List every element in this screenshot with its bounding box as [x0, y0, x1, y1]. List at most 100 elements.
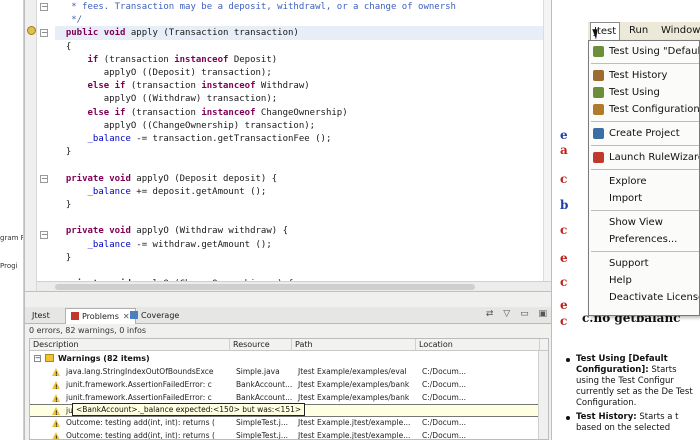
code-line[interactable]: */	[55, 13, 551, 27]
menu-separator	[591, 210, 699, 211]
fold-toggle-icon[interactable]: −	[40, 175, 48, 183]
code-line[interactable]: {	[55, 40, 551, 54]
menu-window[interactable]: Window	[658, 22, 700, 40]
tab-jtest[interactable]: Jtest	[27, 308, 55, 324]
overview-ruler[interactable]	[543, 0, 551, 282]
code-line[interactable]: _balance += deposit.getAmount ();	[55, 185, 551, 199]
warning-marker-icon[interactable]	[27, 26, 36, 35]
problems-table[interactable]: Description Resource Path Location − War…	[29, 338, 549, 440]
view-menu-icon[interactable]: ▽	[503, 309, 510, 319]
fold-toggle-icon[interactable]: −	[40, 29, 48, 37]
menu-item-help[interactable]: Help	[589, 272, 699, 289]
resource-cell: SimpleTest.j...	[236, 418, 288, 428]
doc-code-fragment: c	[560, 223, 568, 237]
menu-item-explore[interactable]: Explore	[589, 173, 699, 190]
doc-code-fragment: e	[560, 298, 568, 312]
filter-icon[interactable]: ⇄	[486, 309, 494, 319]
fold-toggle-icon[interactable]: −	[40, 3, 48, 11]
code-editor[interactable]: − − − − − * fees. Transaction may be a d…	[25, 0, 551, 292]
code-token: private void	[65, 226, 131, 237]
clipped-text: Progi	[0, 262, 18, 270]
menu-item-show-view[interactable]: Show View	[589, 214, 699, 231]
menu-item-support[interactable]: Support	[589, 255, 699, 272]
code-line[interactable]: * fees. Transaction may be a deposit, wi…	[55, 0, 551, 14]
group-label: Warnings (82 items)	[58, 354, 150, 363]
code-token: public void	[65, 28, 126, 39]
warnings-group-row[interactable]: − Warnings (82 items)	[30, 352, 548, 365]
menu-item-preferences[interactable]: Preferences...	[589, 231, 699, 248]
code-line[interactable]: }	[55, 251, 551, 265]
bullet-icon	[566, 416, 570, 420]
maximize-icon[interactable]: ▣	[538, 309, 547, 319]
menu-item-test-using-default[interactable]: Test Using "Default	[589, 43, 699, 60]
minimize-icon[interactable]: ▭	[520, 309, 529, 319]
code-token: */	[71, 15, 83, 26]
tab-coverage[interactable]: Coverage	[125, 308, 184, 324]
code-token: instanceof	[174, 54, 229, 65]
column-header-resource[interactable]: Resource	[230, 339, 292, 351]
menu-item-test-configurations[interactable]: Test Configurations	[589, 101, 699, 118]
code-line[interactable]	[55, 158, 551, 172]
editor-gutter	[25, 0, 37, 291]
code-token: }	[55, 147, 72, 158]
horizontal-scrollbar[interactable]	[37, 281, 551, 291]
code-line[interactable]: if (transaction instanceof Deposit)	[55, 53, 551, 67]
table-row[interactable]: Outcome: testing add(int, int): returns …	[30, 417, 548, 432]
fold-column: − − − − −	[37, 0, 49, 291]
fold-toggle-icon[interactable]: −	[40, 231, 48, 239]
menu-run[interactable]: Run	[626, 22, 651, 40]
code-line[interactable]	[55, 211, 551, 225]
code-line[interactable]: applyO ((ChangeOwnership) transaction);	[55, 119, 551, 133]
code-line[interactable]: else if (transaction instanceof Withdraw…	[55, 79, 551, 93]
description-cell: Outcome: testing add(int, int): returns …	[66, 431, 215, 440]
resource-cell: Simple.java	[236, 367, 280, 376]
path-cell: Jtest Example.jtest/example...	[298, 431, 411, 440]
warning-icon	[52, 393, 60, 407]
menu-item-launch-rulewizard[interactable]: Launch RuleWizard	[589, 149, 699, 166]
location-cell: C:/Docum...	[422, 367, 466, 376]
code-token: applyO (Withdraw withdraw) {	[130, 226, 289, 237]
resource-cell: BankAccount...	[236, 379, 293, 389]
table-row[interactable]: junit.framework.AssertionFailedError: c B…	[30, 379, 548, 394]
code-line[interactable]: _balance -= withdraw.getAmount ();	[55, 238, 551, 252]
code-token: apply (Transaction transaction)	[125, 28, 299, 39]
code-area[interactable]: * fees. Transaction may be a deposit, wi…	[55, 0, 551, 290]
menu-item-test-history[interactable]: Test History	[589, 67, 699, 84]
collapse-icon[interactable]: −	[34, 355, 41, 362]
code-line[interactable]: applyO ((Deposit) transaction);	[55, 66, 551, 80]
code-token: -= withdraw.getAmount ();	[130, 239, 272, 250]
code-line[interactable]	[55, 264, 551, 278]
table-row[interactable]: Outcome: testing add(int, int): returns …	[30, 430, 548, 440]
code-line[interactable]: private void applyO (Withdraw withdraw) …	[55, 224, 551, 238]
table-row[interactable]: java.lang.StringIndexOutOfBoundsExce Simp…	[30, 366, 548, 381]
column-header-location[interactable]: Location	[416, 339, 540, 351]
doc-list-item: Test History: Starts a t based on the se…	[576, 412, 700, 434]
code-token: -= transaction.getTransactionFee ();	[130, 134, 332, 144]
column-header-description[interactable]: Description	[30, 339, 230, 351]
menu-item-create-project[interactable]: Create Project	[589, 125, 699, 142]
code-line[interactable]: private void applyO (Deposit deposit) {	[55, 172, 551, 186]
code-line[interactable]: public void apply (Transaction transacti…	[55, 26, 551, 41]
warning-group-icon	[45, 354, 54, 362]
ide-window: − − − − − * fees. Transaction may be a d…	[24, 0, 552, 440]
code-line[interactable]: }	[55, 145, 551, 159]
scroll-thumb[interactable]	[55, 284, 475, 290]
menu-separator	[591, 121, 699, 122]
doc-code-fragment: e	[560, 251, 568, 265]
column-header-path[interactable]: Path	[292, 339, 416, 351]
code-token: applyO (Deposit deposit) {	[130, 173, 278, 184]
code-line[interactable]: applyO ((Withdraw) transaction);	[55, 92, 551, 106]
doc-code-fragment: c	[560, 275, 568, 289]
code-line[interactable]: else if (transaction instanceof ChangeOw…	[55, 106, 551, 120]
vertical-scrollbar[interactable]	[538, 351, 548, 439]
menu-item-test-using[interactable]: Test Using	[589, 84, 699, 101]
menu-item-import[interactable]: Import	[589, 190, 699, 207]
code-line[interactable]: }	[55, 198, 551, 212]
menu-item-deactivate-license[interactable]: Deactivate License	[589, 289, 699, 306]
code-line[interactable]: _balance -= transaction.getTransactionFe…	[55, 132, 551, 146]
code-token: applyO ((ChangeOwnership) transaction);	[55, 120, 316, 131]
